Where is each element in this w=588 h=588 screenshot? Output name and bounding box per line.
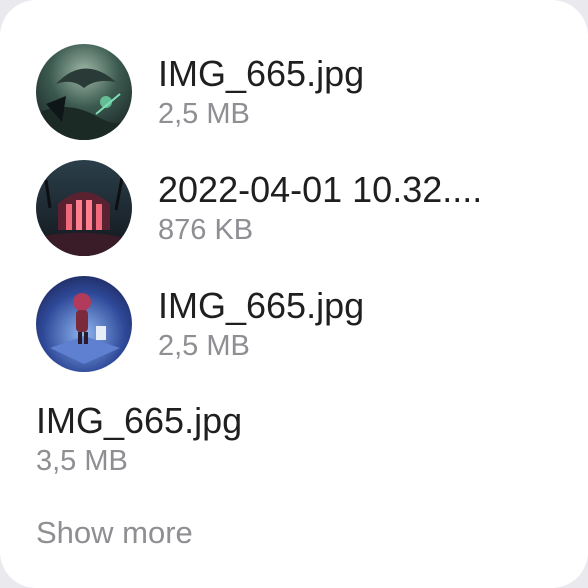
file-name: IMG_665.jpg [158,52,365,94]
file-thumbnail [36,276,132,372]
file-thumbnail [36,44,132,140]
file-size: 2,5 MB [158,329,250,362]
file-row[interactable]: IMG_665.jpg 2,5 MB [36,276,364,372]
file-row[interactable]: 2022-04-01 10.32.... 876 KB [36,160,482,256]
file-size: 3,5 MB [36,445,128,477]
file-size: 876 KB [158,213,254,246]
file-row[interactable]: IMG_665.jpg 3,5 MB [36,400,242,479]
file-thumbnail [36,160,132,256]
show-more-link[interactable]: Show more [36,513,193,553]
files-card: IMG_665.jpg 2,5 MB 2022-04-01 10.32.... … [0,0,588,588]
file-name: IMG_665.jpg [158,284,365,326]
file-size: 2,5 MB [158,97,250,130]
file-name: IMG_665.jpg [36,400,243,441]
file-row[interactable]: IMG_665.jpg 2,5 MB [36,44,364,140]
file-name: 2022-04-01 10.32.... [158,168,483,210]
